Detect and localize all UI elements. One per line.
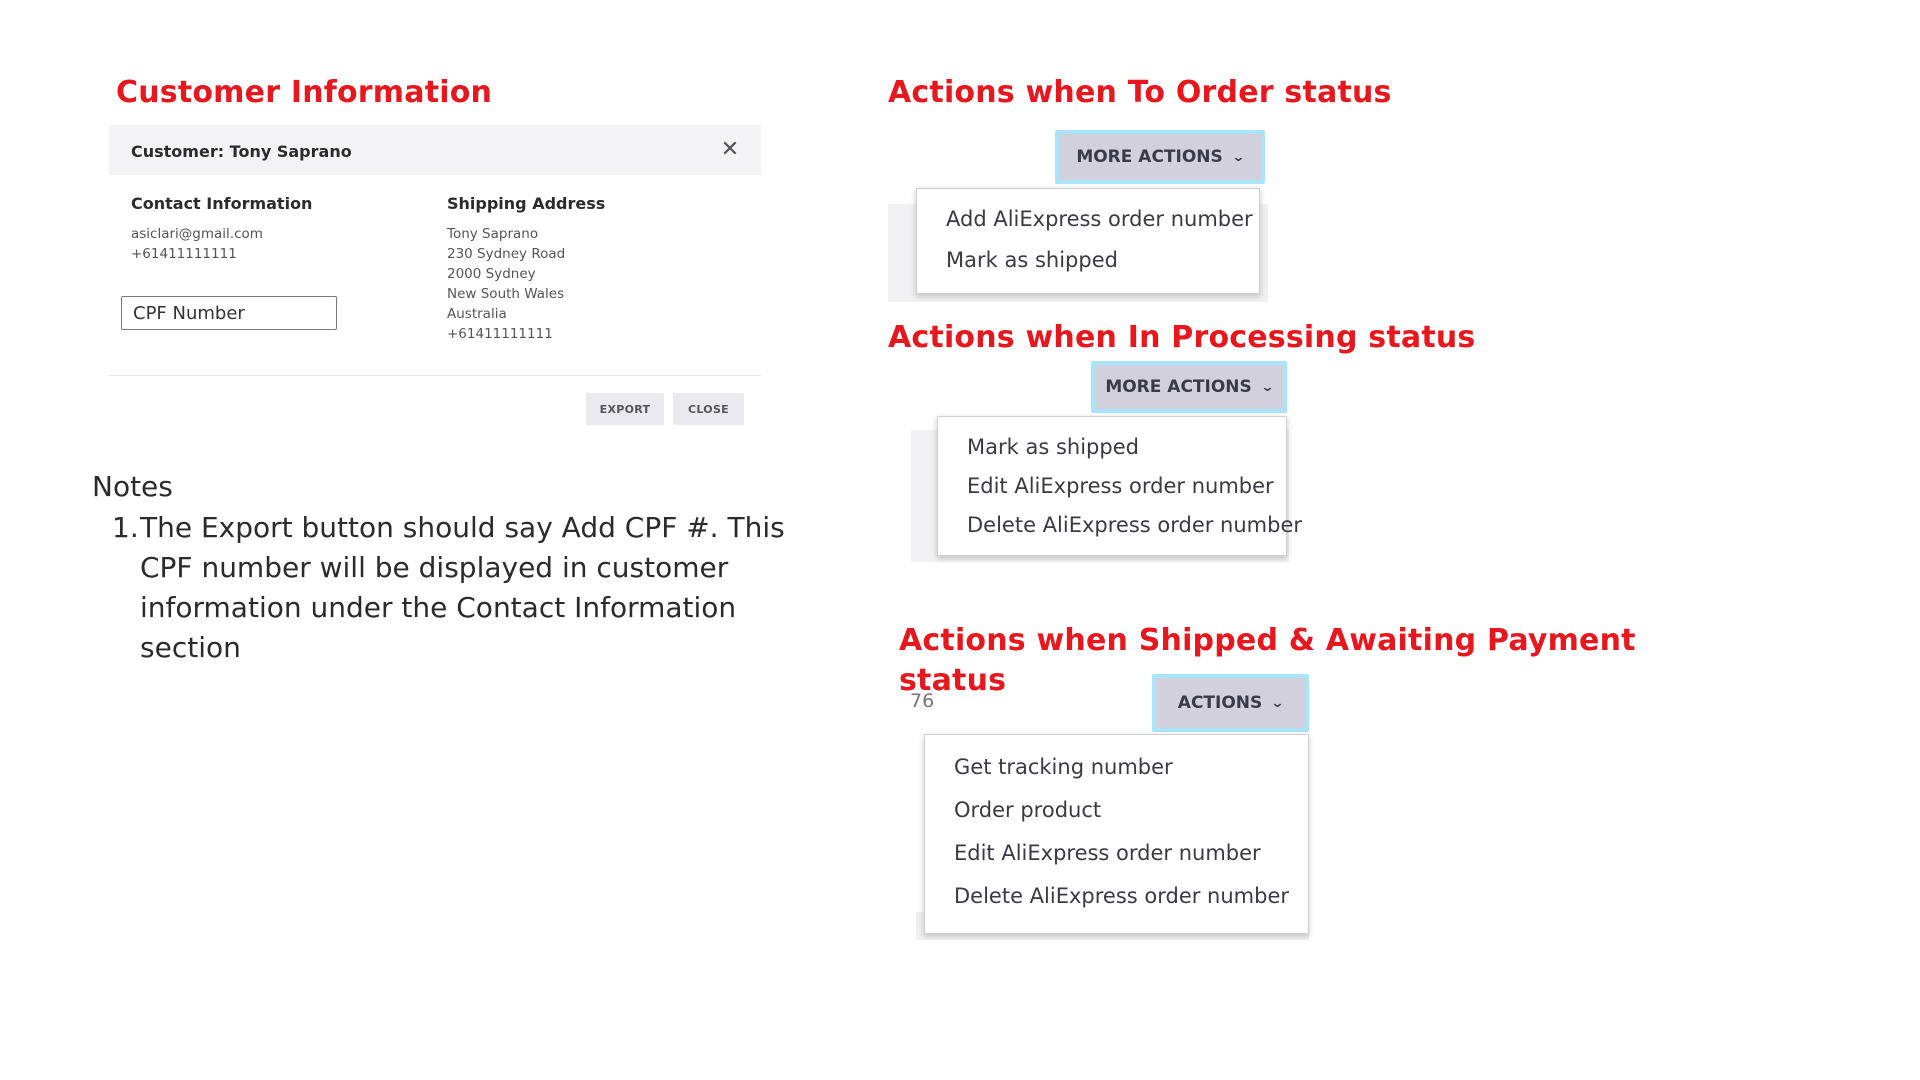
- shipping-line: Tony Saprano: [447, 226, 539, 242]
- chevron-down-icon: ⌄: [1231, 149, 1246, 165]
- menu-item-delete-aliexpress-number[interactable]: Delete AliExpress order number: [925, 884, 1308, 908]
- contact-phone: +61411111111: [131, 246, 237, 262]
- menu-item-edit-aliexpress-number[interactable]: Edit AliExpress order number: [938, 474, 1286, 498]
- note-number: 1.: [112, 511, 139, 544]
- actions-button[interactable]: ACTIONS ⌄: [1152, 674, 1309, 732]
- contact-info-title: Contact Information: [131, 194, 313, 213]
- more-actions-button[interactable]: MORE ACTIONS ⌄: [1091, 361, 1287, 413]
- modal-title: Customer: Tony Saprano: [131, 142, 352, 161]
- chevron-down-icon: ⌄: [1270, 695, 1285, 711]
- shipped-heading-line1: Actions when Shipped & Awaiting Payment: [899, 623, 1636, 658]
- menu-item-get-tracking-number[interactable]: Get tracking number: [925, 755, 1308, 779]
- cpf-number-input[interactable]: [121, 296, 337, 330]
- shipping-line: New South Wales: [447, 286, 565, 302]
- note-text: The Export button should say Add CPF #. …: [140, 511, 785, 664]
- customer-info-heading: Customer Information: [116, 75, 493, 110]
- shipping-line: Australia: [447, 306, 507, 322]
- close-button[interactable]: CLOSE: [673, 393, 744, 425]
- menu-item-edit-aliexpress-number[interactable]: Edit AliExpress order number: [925, 841, 1308, 865]
- to-order-menu: Add AliExpress order number Mark as ship…: [916, 188, 1260, 294]
- notes-title: Notes: [92, 470, 173, 503]
- more-actions-label: MORE ACTIONS: [1105, 377, 1252, 397]
- export-button[interactable]: EXPORT: [586, 393, 664, 425]
- contact-email: asiclari@gmail.com: [131, 226, 263, 242]
- shipping-line: +61411111111: [447, 326, 553, 342]
- actions-label: ACTIONS: [1177, 693, 1263, 713]
- customer-modal: Customer: Tony Saprano ✕ Contact Informa…: [109, 125, 761, 429]
- menu-item-mark-as-shipped[interactable]: Mark as shipped: [938, 435, 1286, 459]
- menu-item-delete-aliexpress-number[interactable]: Delete AliExpress order number: [938, 513, 1302, 537]
- shipping-line: 2000 Sydney: [447, 266, 536, 282]
- shipped-menu: Get tracking number Order product Edit A…: [924, 734, 1309, 934]
- in-processing-heading: Actions when In Processing status: [888, 320, 1476, 355]
- to-order-heading: Actions when To Order status: [888, 75, 1392, 110]
- modal-header: Customer: Tony Saprano ✕: [109, 125, 761, 175]
- chevron-down-icon: ⌄: [1260, 379, 1275, 395]
- menu-item-order-product[interactable]: Order product: [925, 798, 1308, 822]
- in-processing-menu: Mark as shipped Edit AliExpress order nu…: [937, 416, 1302, 556]
- shipping-address-title: Shipping Address: [447, 194, 606, 213]
- close-x-icon[interactable]: ✕: [715, 135, 745, 165]
- cut-off-text: 76: [910, 690, 935, 712]
- more-actions-button[interactable]: MORE ACTIONS ⌄: [1055, 130, 1265, 184]
- shipping-line: 230 Sydney Road: [447, 246, 566, 262]
- menu-item-add-aliexpress-number[interactable]: Add AliExpress order number: [917, 207, 1259, 231]
- modal-divider: [109, 375, 761, 376]
- more-actions-label: MORE ACTIONS: [1076, 147, 1223, 167]
- menu-item-mark-as-shipped[interactable]: Mark as shipped: [917, 248, 1259, 272]
